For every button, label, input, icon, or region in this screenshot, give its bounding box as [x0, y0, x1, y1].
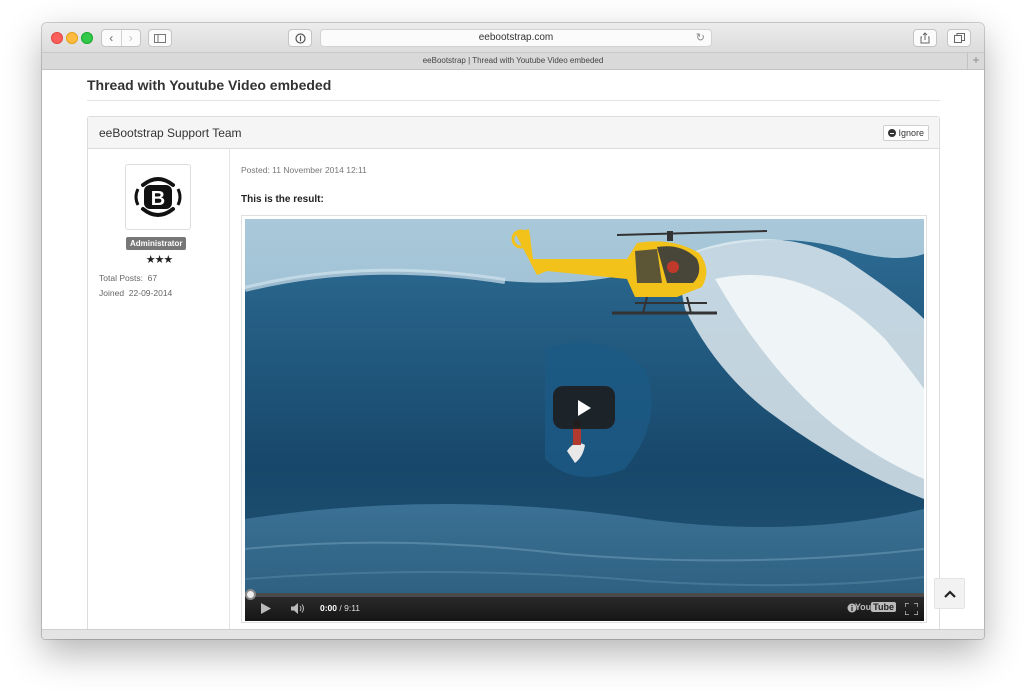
reload-icon[interactable]: ↻: [696, 30, 705, 46]
new-tab-icon[interactable]: +: [967, 53, 984, 69]
play-icon: [578, 399, 591, 416]
youtube-logo-you: You: [854, 602, 872, 612]
user-info: B Administrator ★★★ Total Posts: 67 Join…: [88, 149, 230, 629]
post-header: eeBootstrap Support Team Ignore: [88, 117, 939, 149]
navigation-buttons: ‹ ›: [101, 29, 141, 47]
posted-date: Posted: 11 November 2014 12:11: [241, 165, 367, 175]
joined-label: Joined: [99, 288, 125, 298]
share-button[interactable]: [913, 29, 937, 47]
scroll-to-top-button[interactable]: [934, 578, 965, 609]
role-badge: Administrator: [126, 237, 187, 250]
minimize-window-button[interactable]: [66, 32, 78, 44]
progress-bar[interactable]: [245, 593, 924, 597]
share-icon: [920, 32, 930, 44]
page-title: Thread with Youtube Video embeded: [87, 77, 332, 93]
time-display: 0:00 / 9:11: [320, 603, 360, 613]
tab-bar: eeBootstrap | Thread with Youtube Video …: [42, 53, 984, 70]
browser-toolbar: ‹ › eebootstrap.com ↻: [42, 23, 984, 53]
url-text: eebootstrap.com: [478, 32, 554, 43]
volume-icon[interactable]: [291, 603, 305, 617]
joined-date: Joined 22-09-2014: [99, 288, 172, 298]
total-posts-value: 67: [147, 273, 158, 283]
current-time: 0:00: [320, 603, 338, 613]
sidebar-button[interactable]: [148, 29, 172, 47]
address-bar[interactable]: eebootstrap.com ↻: [320, 29, 712, 47]
avatar[interactable]: B: [125, 164, 191, 230]
post-text: This is the result:: [241, 194, 324, 205]
reader-button[interactable]: [288, 29, 312, 47]
browser-window: ‹ › eebootstrap.com ↻ eeBootstrap | Thre…: [42, 23, 984, 639]
duration: / 9:11: [339, 603, 361, 613]
tabs-overview-button[interactable]: [947, 29, 971, 47]
joined-value: 22-09-2014: [128, 288, 173, 298]
author-name[interactable]: eeBootstrap Support Team: [99, 126, 242, 140]
tab-title[interactable]: eeBootstrap | Thread with Youtube Video …: [423, 56, 604, 65]
rank-stars: ★★★: [145, 254, 174, 266]
video-player[interactable]: 0:00 / 9:11 You Tube: [245, 219, 924, 621]
eebootstrap-logo: B: [134, 177, 182, 217]
scrub-handle[interactable]: [245, 589, 256, 600]
back-icon[interactable]: ‹: [102, 30, 122, 46]
total-posts-label: Total Posts:: [99, 273, 143, 283]
sidebar-icon: [154, 33, 166, 43]
ignore-button[interactable]: Ignore: [883, 125, 929, 141]
youtube-embed: 0:00 / 9:11 You Tube: [241, 215, 927, 623]
youtube-logo-tube: Tube: [871, 602, 896, 612]
tabs-icon: [953, 33, 965, 43]
reader-icon: [294, 32, 306, 44]
play-icon[interactable]: [261, 603, 271, 617]
title-divider: [87, 100, 940, 101]
page-content: Thread with Youtube Video embeded eeBoot…: [42, 70, 984, 629]
forward-icon[interactable]: ›: [122, 30, 141, 46]
chevron-up-icon: [943, 589, 956, 598]
youtube-logo[interactable]: You Tube: [855, 602, 896, 612]
window-bottom-edge: [42, 629, 984, 639]
post-panel: eeBootstrap Support Team Ignore B Admini…: [87, 116, 940, 629]
zoom-window-button[interactable]: [81, 32, 93, 44]
ignore-label: Ignore: [898, 128, 924, 138]
minus-circle-icon: [888, 129, 897, 137]
close-window-button[interactable]: [51, 32, 63, 44]
fullscreen-icon[interactable]: [904, 602, 919, 618]
total-posts: Total Posts: 67: [99, 273, 157, 283]
svg-text:B: B: [151, 188, 165, 210]
play-button-large[interactable]: [553, 386, 615, 429]
video-controls: 0:00 / 9:11 You Tube: [245, 589, 924, 621]
